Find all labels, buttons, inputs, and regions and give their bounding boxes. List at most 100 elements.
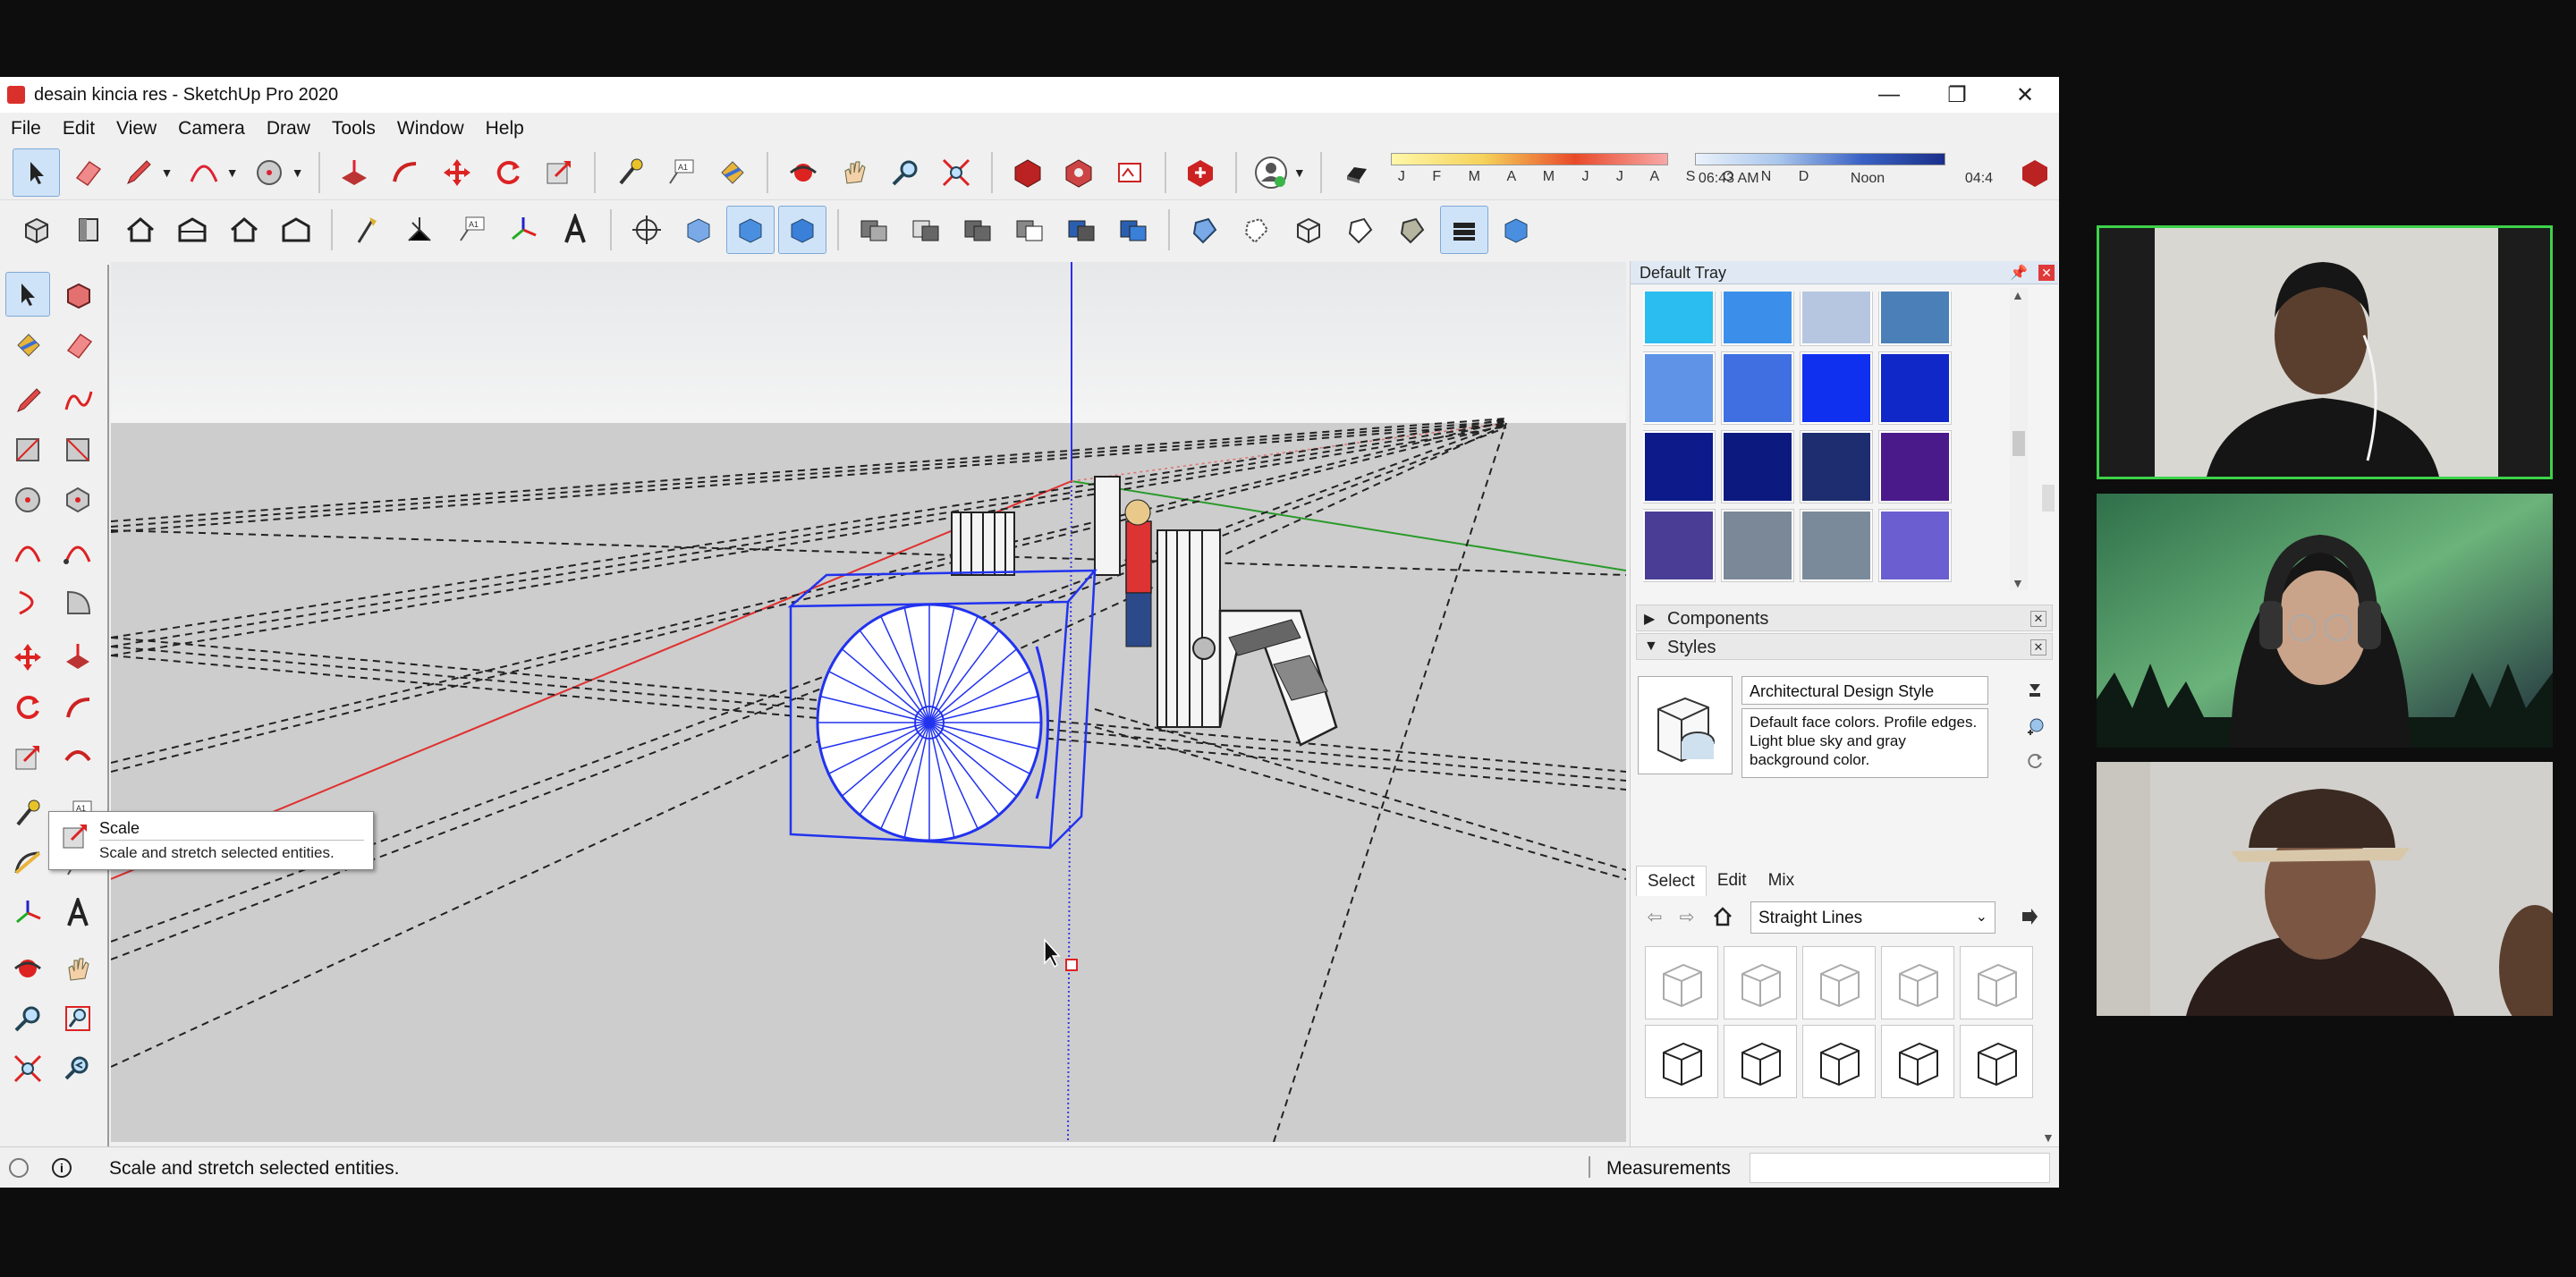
- paint-bucket-tool-left[interactable]: [5, 322, 50, 367]
- look-around-button[interactable]: [395, 206, 444, 254]
- zoom-extents-tool-button[interactable]: [933, 148, 980, 197]
- trim-button[interactable]: [1057, 206, 1106, 254]
- 3d-text-tool-left[interactable]: [55, 891, 100, 935]
- color-swatch[interactable]: [1643, 430, 1716, 503]
- pan-tool-button[interactable]: [830, 148, 877, 197]
- select-tool-button[interactable]: [13, 148, 61, 197]
- back-edges-style-button[interactable]: [1233, 206, 1281, 254]
- styles-section-header[interactable]: ▼ Styles ✕: [1636, 633, 2053, 660]
- chevron-down-icon[interactable]: ▼: [161, 165, 174, 180]
- zoom-tool-left[interactable]: [5, 996, 50, 1041]
- menu-window[interactable]: Window: [386, 118, 475, 140]
- chevron-down-icon[interactable]: ▼: [226, 165, 239, 180]
- pin-icon[interactable]: 📌: [2010, 264, 2028, 282]
- back-edges-button[interactable]: [726, 206, 775, 254]
- menu-file[interactable]: File: [0, 118, 52, 140]
- pencil-tool-button[interactable]: [114, 148, 162, 197]
- participant-video-3[interactable]: [2097, 762, 2553, 1016]
- push-pull-tool-left[interactable]: [55, 635, 100, 680]
- style-thumbnail-item[interactable]: [1960, 946, 2033, 1019]
- style-thumbnail-item[interactable]: [1881, 1025, 1954, 1098]
- orbit-tool-left[interactable]: [5, 946, 50, 991]
- update-style-icon[interactable]: [2023, 678, 2046, 701]
- eraser-tool-left[interactable]: [55, 322, 100, 367]
- warehouse-button[interactable]: [1004, 148, 1051, 197]
- front-view-button[interactable]: [116, 206, 165, 254]
- style-thumbnail-item[interactable]: [1802, 1025, 1876, 1098]
- color-swatch[interactable]: [1878, 351, 1952, 425]
- 3d-text-button[interactable]: [551, 206, 599, 254]
- section-text-button[interactable]: A1: [447, 206, 496, 254]
- scale-tool-left[interactable]: [5, 735, 50, 780]
- section-plane-button[interactable]: [623, 206, 671, 254]
- zoom-window-tool-left[interactable]: [55, 996, 100, 1041]
- select-tool-left[interactable]: [5, 272, 50, 317]
- top-view-button[interactable]: [64, 206, 113, 254]
- polygon-tool-left[interactable]: [55, 478, 100, 522]
- style-thumbnail-item[interactable]: [1881, 946, 1954, 1019]
- participant-video-1[interactable]: [2097, 225, 2553, 479]
- style-description-field[interactable]: Default face colors. Profile edges. Ligh…: [1741, 708, 1988, 778]
- color-swatch[interactable]: [1878, 430, 1952, 503]
- offset-tool-left[interactable]: [55, 735, 100, 780]
- color-swatch[interactable]: [1643, 351, 1716, 425]
- layout-send-button[interactable]: [1106, 148, 1153, 197]
- menu-edit[interactable]: Edit: [52, 118, 106, 140]
- protractor-tool-left[interactable]: [5, 841, 50, 885]
- menu-view[interactable]: View: [106, 118, 167, 140]
- left-view-button[interactable]: [272, 206, 320, 254]
- xray-button[interactable]: [674, 206, 723, 254]
- model-viewport[interactable]: [111, 262, 1626, 1142]
- zoom-extents-tool-left[interactable]: [5, 1046, 50, 1091]
- orbit-tool-button[interactable]: [779, 148, 826, 197]
- xray-style-button[interactable]: [1181, 206, 1229, 254]
- axes-tool-button[interactable]: [499, 206, 547, 254]
- style-collection-dropdown[interactable]: Straight Lines ⌄: [1750, 901, 1996, 934]
- follow-me-tool-left[interactable]: [55, 685, 100, 730]
- arc-tool-button[interactable]: [181, 148, 228, 197]
- color-swatch[interactable]: [1721, 430, 1794, 503]
- pie-tool-left[interactable]: [55, 579, 100, 624]
- section-close-icon[interactable]: ✕: [2030, 611, 2046, 627]
- follow-me-tool-button[interactable]: [382, 148, 429, 197]
- back-view-button[interactable]: [220, 206, 268, 254]
- model-scene[interactable]: [111, 262, 1626, 1142]
- zoom-tool-button[interactable]: [882, 148, 929, 197]
- close-button[interactable]: ✕: [1991, 77, 2059, 113]
- style-thumbnail-item[interactable]: [1802, 946, 1876, 1019]
- extension-warehouse-button[interactable]: [1055, 148, 1102, 197]
- style-thumbnail-item[interactable]: [1960, 1025, 2033, 1098]
- color-swatch[interactable]: [1800, 430, 1873, 503]
- previous-view-tool-left[interactable]: [55, 1046, 100, 1091]
- color-swatch[interactable]: [1800, 292, 1873, 346]
- subtract-button[interactable]: [1005, 206, 1054, 254]
- minimize-button[interactable]: —: [1855, 77, 1923, 113]
- split-button[interactable]: [1109, 206, 1157, 254]
- menu-tools[interactable]: Tools: [321, 118, 386, 140]
- position-camera-button[interactable]: [343, 206, 392, 254]
- refresh-icon[interactable]: [2023, 749, 2046, 773]
- intersect-button[interactable]: [902, 206, 950, 254]
- wireframe-button[interactable]: [778, 206, 826, 254]
- solid-outer-shell-button[interactable]: [850, 206, 898, 254]
- extension-manager-button[interactable]: [1177, 148, 1224, 197]
- color-swatch[interactable]: [1721, 292, 1794, 346]
- style-name-field[interactable]: Architectural Design Style: [1741, 676, 1988, 705]
- chevron-down-icon[interactable]: ▼: [1293, 165, 1306, 180]
- tab-edit[interactable]: Edit: [1707, 866, 1758, 896]
- make-component-tool[interactable]: [55, 272, 100, 317]
- hidden-line-style-button[interactable]: [1336, 206, 1385, 254]
- menu-help[interactable]: Help: [475, 118, 535, 140]
- iso-view-button[interactable]: [13, 206, 61, 254]
- forward-arrow-icon[interactable]: ⇨: [1675, 905, 1699, 928]
- materials-scrollbar[interactable]: ▲ ▼: [2010, 288, 2028, 590]
- freehand-tool-left[interactable]: [55, 377, 100, 422]
- shaded-style-button[interactable]: [1388, 206, 1436, 254]
- time-slider[interactable]: [1694, 152, 1945, 165]
- shaded-textures-style-button[interactable]: [1440, 206, 1488, 254]
- color-swatch[interactable]: [1800, 509, 1873, 582]
- back-arrow-icon[interactable]: ⇦: [1643, 905, 1666, 928]
- rectangle-tool-left[interactable]: [5, 427, 50, 472]
- monochrome-style-button[interactable]: [1492, 206, 1540, 254]
- circle-tool-left[interactable]: [5, 478, 50, 522]
